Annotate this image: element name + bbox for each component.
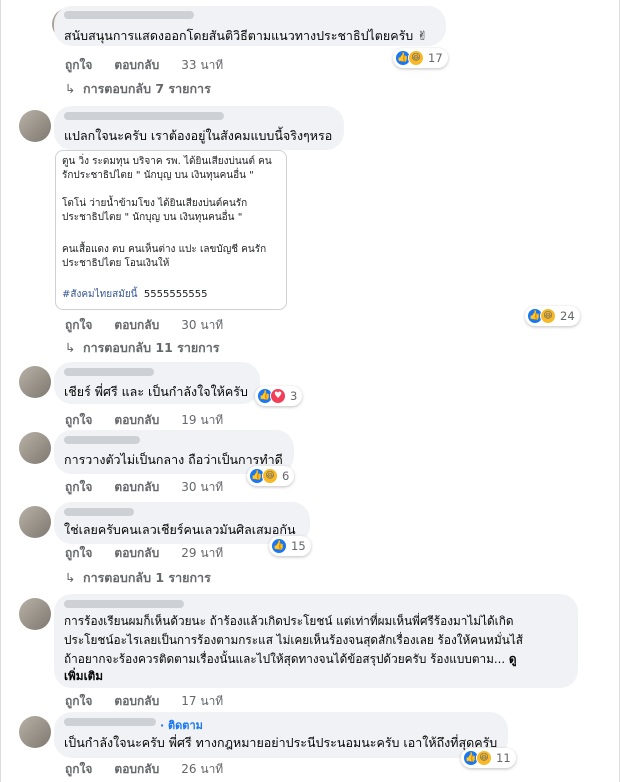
avatar[interactable] <box>19 110 51 142</box>
comment-bubble: เชียร์ พี่ศรี และ เป็นกำลังใจให้ครับ <box>54 362 260 404</box>
reply-button[interactable]: ตอบกลับ <box>114 692 159 711</box>
reply-button[interactable]: ตอบกลับ <box>114 544 159 563</box>
commenter-name[interactable] <box>64 368 154 376</box>
see-more-link[interactable]: ดู <box>509 652 517 666</box>
reply-arrow-icon: ↳ <box>65 81 76 96</box>
like-button[interactable]: ถูกใจ <box>65 478 92 497</box>
comment-bubble: แปลกใจนะครับ เราต้องอยู่ในสังคมแบบนี้จริ… <box>54 106 344 150</box>
haha-icon: 😆 <box>408 50 424 66</box>
comment-text: สนับสนุนการแสดงออกโดยสันติวิธีตามแนวทางป… <box>64 28 428 43</box>
timestamp[interactable]: 29 นาที <box>181 544 223 563</box>
attachment-line: ประชาธิปไตย โอนเงินให้ <box>62 258 170 269</box>
view-replies-link[interactable]: ↳ การตอบกลับ 11 รายการ <box>65 338 219 358</box>
haha-icon: 😆 <box>262 468 278 484</box>
reply-button[interactable]: ตอบกลับ <box>114 760 159 779</box>
timestamp[interactable]: 30 นาที <box>181 316 223 335</box>
hashtag-link[interactable]: #สังคมไทยสมัยนี้ <box>62 289 138 300</box>
timestamp[interactable]: 33 นาที <box>181 56 223 75</box>
avatar[interactable] <box>19 432 51 464</box>
attachment-line: ประชาธิปไตย " นักบุญ บน เงินทุนคนอื่น " <box>62 212 243 223</box>
commenter-name[interactable] <box>64 436 140 444</box>
love-icon: ♥ <box>270 388 286 404</box>
comment-text: การวางตัวไม่เป็นกลาง ถือว่าเป็นการทำดี <box>64 452 283 467</box>
reaction-count: 17 <box>428 51 443 65</box>
comment-text: เป็นกำลังใจนะครับ พี่ศรี ทางกฎหมายอย่าปร… <box>64 735 498 750</box>
reaction-count: 3 <box>290 389 298 403</box>
reaction-summary[interactable]: 👍 ♥ 3 <box>255 386 303 406</box>
avatar[interactable] <box>19 598 51 630</box>
comment-actions: ถูกใจ ตอบกลับ 17 นาที <box>65 692 245 711</box>
reply-button[interactable]: ตอบกลับ <box>114 56 159 75</box>
like-icon: 👍 <box>271 538 287 554</box>
attachment-line: รักประชาธิปไตย " นักบุญ บน เงินทุนคนอื่น… <box>62 170 254 181</box>
replies-label: การตอบกลับ 7 รายการ <box>83 81 211 96</box>
comment-actions: ถูกใจ ตอบกลับ 30 นาที <box>65 316 245 335</box>
comment-line-text: ถ้าอยากจะร้องควรติดตามเรื่องนั้นและไปให้… <box>64 652 509 666</box>
comment-actions: ถูกใจ ตอบกลับ 33 นาที <box>65 56 245 75</box>
commenter-name[interactable] <box>64 600 184 608</box>
see-more-link-2[interactable]: เพิ่มเติม <box>64 667 103 686</box>
replies-label: การตอบกลับ 11 รายการ <box>83 340 220 355</box>
reply-button[interactable]: ตอบกลับ <box>114 316 159 335</box>
reaction-summary[interactable]: 👍 😆 24 <box>525 306 580 326</box>
commenter-name[interactable] <box>64 11 194 19</box>
reply-button[interactable]: ตอบกลับ <box>114 478 159 497</box>
attachment-tail: 5555555555 <box>143 289 208 300</box>
comment-line: การร้องเรียนผมก็เห็นด้วยนะ ถ้าร้องแล้วเก… <box>64 614 514 628</box>
like-button[interactable]: ถูกใจ <box>65 544 92 563</box>
timestamp[interactable]: 17 นาที <box>181 692 223 711</box>
like-button[interactable]: ถูกใจ <box>65 316 92 335</box>
timestamp[interactable]: 30 นาที <box>181 478 223 497</box>
reaction-summary[interactable]: 👍 😆 17 <box>393 48 448 68</box>
reaction-count: 6 <box>282 469 290 483</box>
follow-link[interactable]: · ติดตาม <box>160 716 203 734</box>
reaction-count: 15 <box>291 539 306 553</box>
avatar[interactable] <box>19 716 51 748</box>
attachment-footer: #สังคมไทยสมัยนี้ 5555555555 <box>62 288 208 303</box>
like-button[interactable]: ถูกใจ <box>65 692 92 711</box>
haha-icon: 😆 <box>476 750 492 766</box>
like-button[interactable]: ถูกใจ <box>65 56 92 75</box>
comment-text: เชียร์ พี่ศรี และ เป็นกำลังใจให้ครับ <box>64 384 248 399</box>
shared-image-attachment[interactable]: ตูน วิ่ง ระดมทุน บริจาค รพ. ได้ยินเสียงบ… <box>55 150 287 310</box>
comment-actions: ถูกใจ ตอบกลับ 19 นาที <box>65 411 245 430</box>
reply-arrow-icon: ↳ <box>65 340 76 355</box>
commenter-name[interactable] <box>64 718 156 726</box>
timestamp[interactable]: 26 นาที <box>181 760 223 779</box>
reply-arrow-icon: ↳ <box>65 570 76 585</box>
attachment-line: โตโน่ ว่ายน้ำข้ามโขง ได้ยินเสียงบ่นต์คนร… <box>62 198 248 209</box>
reaction-count: 11 <box>496 751 511 765</box>
avatar[interactable] <box>19 506 51 538</box>
reaction-count: 24 <box>560 309 575 323</box>
reaction-summary[interactable]: 👍 15 <box>269 536 311 556</box>
comment-actions: ถูกใจ ตอบกลับ 29 นาที <box>65 544 245 563</box>
comments-panel: สนับสนุนการแสดงออกโดยสันติวิธีตามแนวทางป… <box>0 0 620 782</box>
haha-icon: 😆 <box>540 308 556 324</box>
reply-button[interactable]: ตอบกลับ <box>114 411 159 430</box>
commenter-name[interactable] <box>64 112 224 120</box>
comment-text: แปลกใจนะครับ เราต้องอยู่ในสังคมแบบนี้จริ… <box>64 128 333 143</box>
like-button[interactable]: ถูกใจ <box>65 760 92 779</box>
avatar[interactable] <box>19 366 51 398</box>
view-replies-link[interactable]: ↳ การตอบกลับ 1 รายการ <box>65 568 211 588</box>
commenter-name[interactable] <box>64 508 134 516</box>
reaction-summary[interactable]: 👍 😆 11 <box>461 748 516 768</box>
comment-text: ใช่เลยครับคนเลวเชียร์คนเลวมันศิลเสมอกัน <box>64 522 296 537</box>
comment-actions: ถูกใจ ตอบกลับ 30 นาที <box>65 478 245 497</box>
comment-actions: ถูกใจ ตอบกลับ 26 นาที <box>65 760 245 779</box>
reaction-summary[interactable]: 👍 😆 6 <box>247 466 295 486</box>
like-button[interactable]: ถูกใจ <box>65 411 92 430</box>
comment-bubble: สนับสนุนการแสดงออกโดยสันติวิธีตามแนวทางป… <box>54 6 446 46</box>
attachment-line: ตูน วิ่ง ระดมทุน บริจาค รพ. ได้ยินเสียงบ… <box>62 156 272 167</box>
comment-line: ถ้าอยากจะร้องควรติดตามเรื่องนั้นและไปให้… <box>64 650 517 669</box>
comment-line: ประโยชน์อะไรเลยเป็นการร้องตามกระแส ไม่เค… <box>64 633 523 647</box>
see-more-label: เพิ่มเติม <box>64 669 104 683</box>
comment-bubble: · ติดตาม เป็นกำลังใจนะครับ พี่ศรี ทางกฎห… <box>54 712 508 758</box>
replies-label: การตอบกลับ 1 รายการ <box>83 570 211 585</box>
timestamp[interactable]: 19 นาที <box>181 411 223 430</box>
attachment-line: คนเสื้อแดง ตบ คนเห็นต่าง แปะ เลขบัญชี คน… <box>62 244 267 255</box>
comment-bubble: การร้องเรียนผมก็เห็นด้วยนะ ถ้าร้องแล้วเก… <box>54 594 578 688</box>
view-replies-link[interactable]: ↳ การตอบกลับ 7 รายการ <box>65 79 211 99</box>
